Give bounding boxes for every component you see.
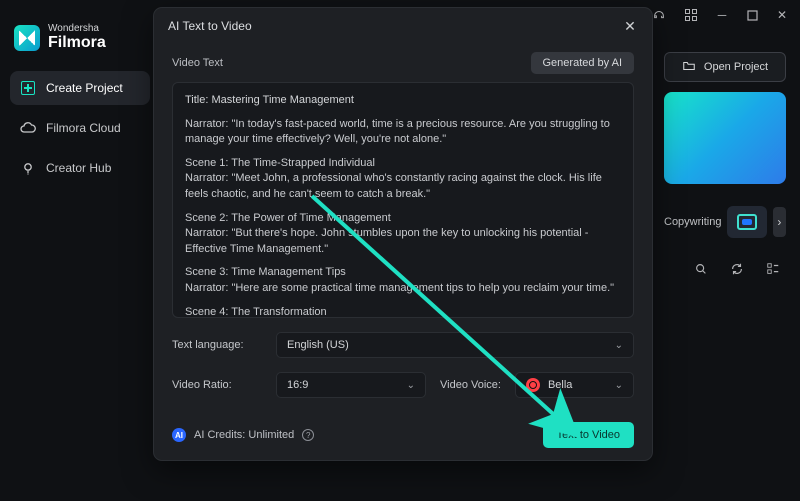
sidebar-item-filmora-cloud[interactable]: Filmora Cloud (10, 111, 150, 145)
app-logo: Wondersha Filmora (10, 20, 150, 65)
sidebar-item-label: Creator Hub (46, 161, 111, 175)
video-ratio-value: 16:9 (287, 379, 308, 391)
sidebar: Wondersha Filmora Create Project Filmora… (0, 0, 160, 501)
video-text-label: Video Text (172, 57, 223, 69)
sidebar-item-label: Create Project (46, 81, 123, 95)
modal-title: AI Text to Video (168, 19, 252, 33)
voice-avatar-icon (526, 378, 540, 392)
scene-heading: Scene 3: Time Management Tips (185, 265, 621, 281)
refresh-icon[interactable] (730, 262, 744, 276)
script-intro: Narrator: "In today's fast-paced world, … (185, 117, 621, 148)
brand-product: Filmora (48, 35, 106, 52)
sidebar-item-create-project[interactable]: Create Project (10, 71, 150, 105)
search-icon[interactable] (694, 262, 708, 276)
scene-narration: Narrator: "Meet John, a professional who… (185, 171, 621, 202)
scene-heading: Scene 2: The Power of Time Management (185, 211, 621, 227)
script-title: Title: Mastering Time Management (185, 93, 621, 109)
ai-text-to-video-modal: AI Text to Video ✕ Video Text Generated … (154, 8, 652, 460)
cloud-icon (20, 120, 36, 136)
apps-grid-icon[interactable] (684, 8, 698, 22)
text-language-label: Text language: (172, 339, 262, 351)
create-project-icon (20, 80, 36, 96)
ai-credits-status: AI AI Credits: Unlimited ? (172, 428, 314, 442)
window-minimize-icon[interactable]: ─ (716, 8, 728, 22)
folder-icon (682, 59, 696, 76)
right-panel: Open Project Copywriting › (664, 52, 786, 276)
open-project-button[interactable]: Open Project (664, 52, 786, 82)
open-project-label: Open Project (704, 61, 768, 73)
video-voice-label: Video Voice: (440, 379, 501, 391)
bulb-icon (20, 160, 36, 176)
carousel-next-button[interactable]: › (773, 207, 786, 237)
text-to-video-button[interactable]: Text to Video (543, 422, 634, 448)
chevron-down-icon: ⌄ (615, 340, 623, 351)
ai-credits-label: AI Credits: Unlimited (194, 429, 294, 441)
modal-close-button[interactable]: ✕ (622, 18, 638, 34)
sidebar-item-label: Filmora Cloud (46, 121, 121, 135)
video-voice-select[interactable]: Bella ⌄ (515, 372, 634, 398)
help-icon[interactable]: ? (302, 429, 314, 441)
chevron-down-icon: ⌄ (407, 380, 415, 391)
video-voice-value: Bella (548, 379, 572, 391)
scene-heading: Scene 4: The Transformation (185, 305, 621, 318)
video-ratio-select[interactable]: 16:9 ⌄ (276, 372, 426, 398)
ai-box-icon (737, 214, 757, 230)
headset-icon[interactable] (652, 8, 666, 22)
view-options-icon[interactable] (766, 262, 780, 276)
chevron-down-icon: ⌄ (615, 380, 623, 391)
sidebar-item-creator-hub[interactable]: Creator Hub (10, 151, 150, 185)
brand-company: Wondersha (48, 24, 106, 35)
window-maximize-icon[interactable] (746, 10, 758, 21)
thumb-label: Copywriting (664, 216, 721, 228)
text-language-value: English (US) (287, 339, 349, 351)
script-textarea[interactable]: Title: Mastering Time Management Narrato… (172, 82, 634, 318)
scene-narration: Narrator: "But there's hope. John stumbl… (185, 226, 621, 257)
scene-narration: Narrator: "Here are some practical time … (185, 281, 621, 297)
text-language-select[interactable]: English (US) ⌄ (276, 332, 634, 358)
ai-copywriting-thumb[interactable] (727, 206, 766, 238)
ai-badge-icon: AI (172, 428, 186, 442)
window-close-icon[interactable]: ✕ (776, 8, 788, 22)
filmora-logo-icon (14, 25, 40, 51)
feature-card[interactable] (664, 92, 786, 184)
video-ratio-label: Video Ratio: (172, 379, 262, 391)
scene-heading: Scene 1: The Time-Strapped Individual (185, 156, 621, 172)
generated-by-ai-button[interactable]: Generated by AI (531, 52, 635, 74)
